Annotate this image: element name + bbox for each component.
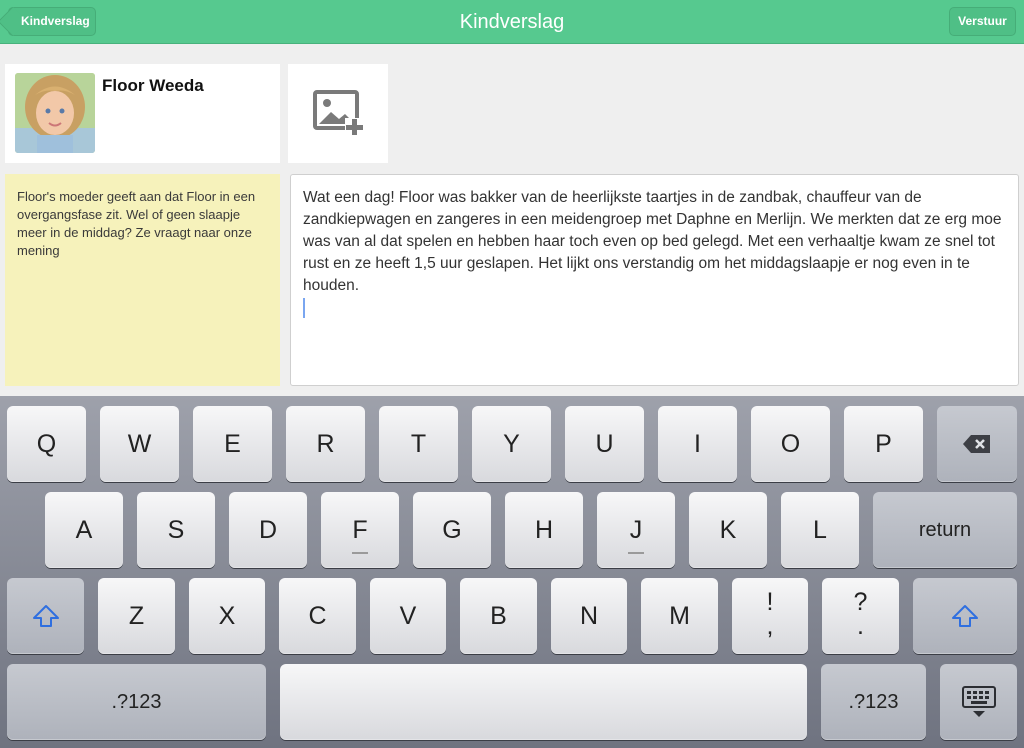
key-r[interactable]: R xyxy=(286,406,365,482)
homing-bar xyxy=(628,552,644,554)
key-x[interactable]: X xyxy=(189,578,265,654)
report-text: Wat een dag! Floor was bakker van de hee… xyxy=(303,189,1002,294)
back-button-label: Kindverslag xyxy=(21,14,90,28)
numbers-key-left[interactable]: .?123 xyxy=(7,664,266,740)
shift-icon xyxy=(952,605,978,627)
key-l[interactable]: L xyxy=(781,492,859,568)
keyboard-hide-icon xyxy=(961,686,996,717)
page-title: Kindverslag xyxy=(459,11,565,33)
child-card: Floor Weeda xyxy=(5,64,280,163)
key-bottom-char: . xyxy=(857,612,864,640)
text-caret xyxy=(303,298,305,318)
key-k[interactable]: K xyxy=(689,492,767,568)
key-f[interactable]: F xyxy=(321,492,399,568)
key-bottom-char: , xyxy=(766,612,774,640)
key-y[interactable]: Y xyxy=(472,406,551,482)
key-q[interactable]: Q xyxy=(7,406,86,482)
add-photo-button[interactable] xyxy=(288,64,388,163)
key-u[interactable]: U xyxy=(565,406,644,482)
key-question-period[interactable]: ? . xyxy=(822,578,899,654)
key-d[interactable]: D xyxy=(229,492,307,568)
backspace-icon xyxy=(963,435,990,453)
key-f-label: F xyxy=(352,516,368,544)
key-n[interactable]: N xyxy=(551,578,627,654)
key-m[interactable]: M xyxy=(641,578,718,654)
key-j-label: J xyxy=(629,516,643,544)
key-top-char: ! xyxy=(766,588,774,616)
child-name: Floor Weeda xyxy=(102,76,204,95)
send-button[interactable]: Verstuur xyxy=(949,7,1016,36)
key-s[interactable]: S xyxy=(137,492,215,568)
key-b[interactable]: B xyxy=(460,578,537,654)
shift-key-left[interactable] xyxy=(7,578,84,654)
homing-bar xyxy=(352,552,368,554)
key-w[interactable]: W xyxy=(100,406,179,482)
key-e[interactable]: E xyxy=(193,406,272,482)
shift-key-right[interactable] xyxy=(913,578,1017,654)
report-textarea[interactable]: Wat een dag! Floor was bakker van de hee… xyxy=(290,174,1019,386)
add-photo-icon xyxy=(313,90,365,136)
parent-note: Floor's moeder geeft aan dat Floor in ee… xyxy=(5,174,280,386)
numbers-key-right[interactable]: .?123 xyxy=(821,664,926,740)
key-top-char: ? xyxy=(853,588,868,616)
key-v[interactable]: V xyxy=(370,578,446,654)
child-avatar xyxy=(15,73,95,153)
back-button[interactable]: Kindverslag xyxy=(8,7,96,36)
key-g[interactable]: G xyxy=(413,492,491,568)
key-exclamation-comma[interactable]: ! , xyxy=(732,578,808,654)
return-key[interactable]: return xyxy=(873,492,1017,568)
navigation-bar: Kindverslag Kindverslag Verstuur xyxy=(0,0,1024,44)
key-j[interactable]: J xyxy=(597,492,675,568)
hide-keyboard-key[interactable] xyxy=(940,664,1017,740)
backspace-key[interactable] xyxy=(937,406,1017,482)
key-z[interactable]: Z xyxy=(98,578,175,654)
onscreen-keyboard: Q W E R T Y U I O P A S D F G H J K L re… xyxy=(0,396,1024,748)
key-i[interactable]: I xyxy=(658,406,737,482)
key-c[interactable]: C xyxy=(279,578,356,654)
space-key[interactable] xyxy=(280,664,807,740)
key-h[interactable]: H xyxy=(505,492,583,568)
shift-icon xyxy=(32,605,59,627)
key-t[interactable]: T xyxy=(379,406,458,482)
key-a[interactable]: A xyxy=(45,492,123,568)
key-p[interactable]: P xyxy=(844,406,923,482)
key-o[interactable]: O xyxy=(751,406,830,482)
